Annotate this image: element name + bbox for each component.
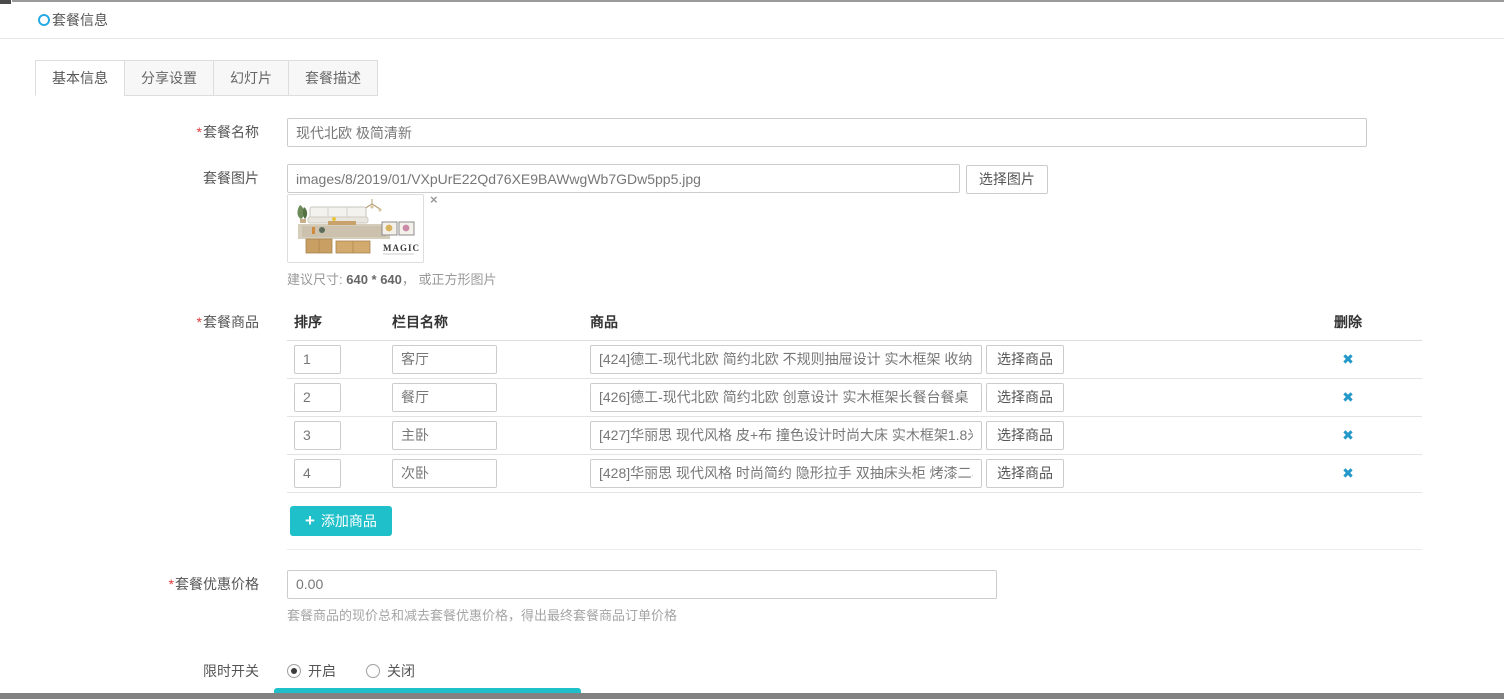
- discount-price-row: *套餐优惠价格 套餐商品的现价总和减去套餐优惠价格，得出最终套餐商品订单价格: [0, 570, 1504, 624]
- product-input: [590, 459, 982, 488]
- tab-share-settings[interactable]: 分享设置: [124, 60, 214, 96]
- tab-package-description[interactable]: 套餐描述: [288, 60, 378, 96]
- sort-input[interactable]: [294, 345, 341, 374]
- sort-input[interactable]: [294, 421, 341, 450]
- category-input[interactable]: [392, 345, 497, 374]
- required-asterisk: *: [197, 124, 202, 140]
- category-input[interactable]: [392, 383, 497, 412]
- package-image-label: 套餐图片: [0, 164, 287, 193]
- radio-checked-icon[interactable]: [287, 664, 301, 678]
- package-thumbnail-row: MAGIC × 建议尺寸: 640 * 640， 或正方形图片: [0, 200, 1504, 288]
- col-header-product: 商品: [590, 312, 1274, 332]
- delete-row-icon[interactable]: ✖: [1342, 427, 1354, 443]
- discount-price-label: *套餐优惠价格: [0, 570, 287, 599]
- image-size-hint: 建议尺寸: 640 * 640， 或正方形图片: [287, 269, 1504, 288]
- window-bottom-edge: [0, 693, 1504, 699]
- product-input: [590, 345, 982, 374]
- time-switch-label: 限时开关: [0, 661, 287, 681]
- time-switch-off-option[interactable]: 关闭: [366, 661, 415, 681]
- col-header-delete: 删除: [1274, 312, 1422, 332]
- delete-row-icon[interactable]: ✖: [1342, 389, 1354, 405]
- package-image-row: 套餐图片 选择图片: [0, 164, 1504, 194]
- discount-price-input[interactable]: [287, 570, 997, 599]
- package-name-row: *套餐名称: [0, 118, 1504, 147]
- tab-slideshow[interactable]: 幻灯片: [213, 60, 289, 96]
- product-row-4: 选择商品 ✖: [287, 455, 1422, 493]
- package-image-path-input[interactable]: [287, 164, 960, 193]
- package-form: *套餐名称 套餐图片 选择图片: [0, 118, 1504, 699]
- package-products-label: *套餐商品: [0, 312, 287, 332]
- product-input: [590, 421, 982, 450]
- circle-icon: [38, 14, 50, 26]
- package-thumbnail: MAGIC: [287, 194, 424, 263]
- package-name-label: *套餐名称: [0, 118, 287, 147]
- remove-image-icon[interactable]: ×: [430, 194, 438, 206]
- product-row-2: 选择商品 ✖: [287, 379, 1422, 417]
- product-row-3: 选择商品 ✖: [287, 417, 1422, 455]
- choose-image-button[interactable]: 选择图片: [966, 165, 1048, 194]
- plus-icon: +: [305, 512, 315, 529]
- window-corner-fragment: [0, 0, 11, 4]
- add-product-button[interactable]: +添加商品: [290, 506, 392, 536]
- page-title: 套餐信息: [52, 10, 108, 30]
- delete-row-icon[interactable]: ✖: [1342, 465, 1354, 481]
- tab-bar: 基本信息 分享设置 幻灯片 套餐描述: [35, 60, 1504, 96]
- col-header-sort: 排序: [287, 312, 392, 332]
- delete-row-icon[interactable]: ✖: [1342, 351, 1354, 367]
- tab-basic-info[interactable]: 基本信息: [35, 60, 125, 96]
- choose-product-button[interactable]: 选择商品: [986, 383, 1064, 412]
- sort-input[interactable]: [294, 383, 341, 412]
- choose-product-button[interactable]: 选择商品: [986, 345, 1064, 374]
- window-top-edge: [12, 0, 1504, 2]
- col-header-category: 栏目名称: [392, 312, 590, 332]
- choose-product-button[interactable]: 选择商品: [986, 459, 1064, 488]
- svg-text:MAGIC: MAGIC: [383, 243, 420, 253]
- furniture-scene-image: MAGIC: [290, 197, 421, 260]
- radio-unchecked-icon[interactable]: [366, 664, 380, 678]
- time-switch-row: 限时开关 开启 关闭: [0, 661, 1504, 681]
- add-product-area: +添加商品: [287, 493, 1422, 550]
- category-input[interactable]: [392, 421, 497, 450]
- package-name-input[interactable]: [287, 118, 1367, 147]
- choose-product-button[interactable]: 选择商品: [986, 421, 1064, 450]
- package-products-row: *套餐商品 排序 栏目名称 商品 删除 选择商品 ✖: [0, 312, 1504, 550]
- product-input: [590, 383, 982, 412]
- discount-price-help: 套餐商品的现价总和减去套餐优惠价格，得出最终套餐商品订单价格: [287, 605, 1504, 624]
- page-header: 套餐信息: [0, 0, 1504, 39]
- sort-input[interactable]: [294, 459, 341, 488]
- category-input[interactable]: [392, 459, 497, 488]
- products-table: 排序 栏目名称 商品 删除 选择商品 ✖: [287, 312, 1422, 550]
- products-table-header: 排序 栏目名称 商品 删除: [287, 312, 1422, 341]
- time-switch-on-option[interactable]: 开启: [287, 661, 336, 681]
- product-row-1: 选择商品 ✖: [287, 341, 1422, 379]
